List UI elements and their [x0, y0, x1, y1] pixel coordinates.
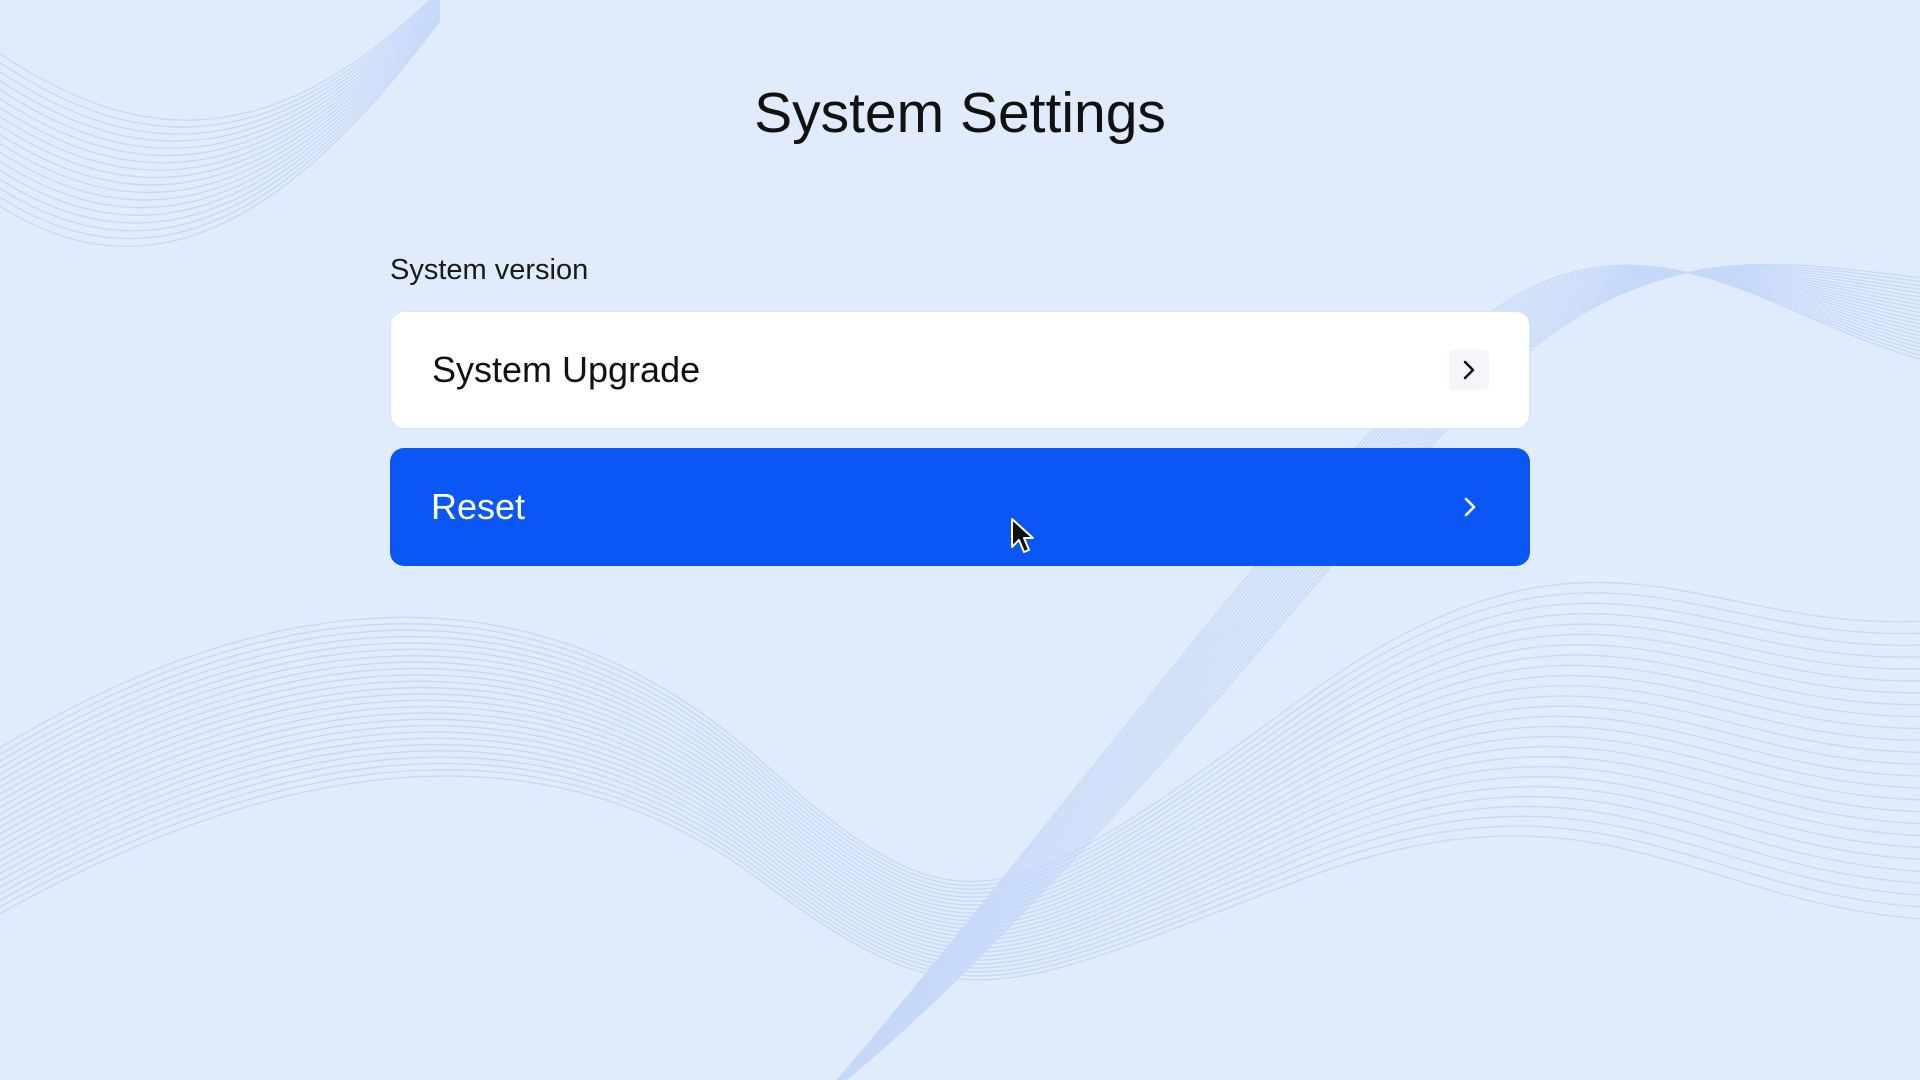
mouse-pointer-icon: [1011, 518, 1034, 553]
reset-item[interactable]: Reset: [390, 448, 1530, 566]
system-upgrade-label: System Upgrade: [432, 349, 701, 390]
chevron-right-icon: [1449, 350, 1489, 390]
reset-label: Reset: [431, 486, 526, 527]
chevron-right-icon: [1450, 487, 1490, 527]
system-upgrade-item[interactable]: System Upgrade: [390, 311, 1530, 429]
page-title: System Settings: [754, 81, 1166, 145]
section-label-system-version: System version: [390, 254, 589, 286]
